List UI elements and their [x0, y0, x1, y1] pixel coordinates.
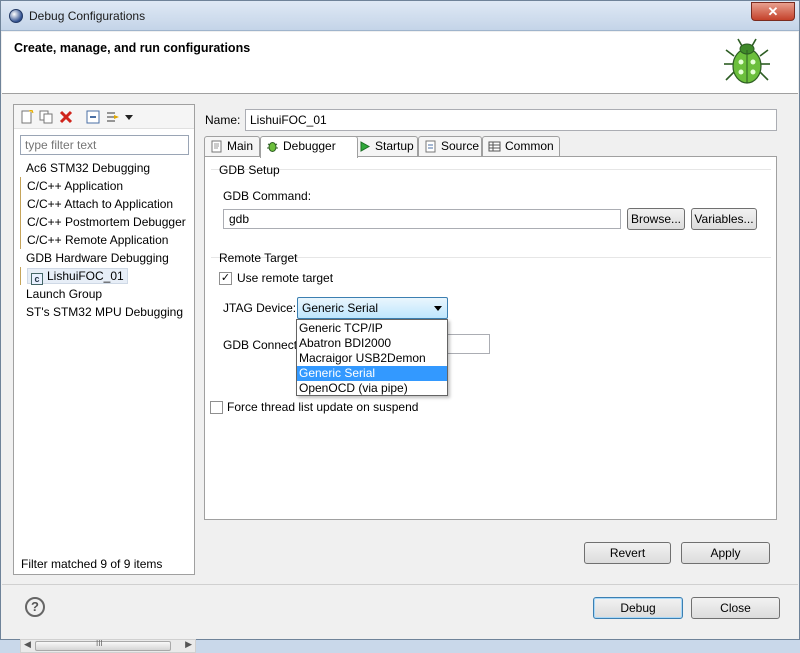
tab-main[interactable]: Main	[204, 136, 260, 157]
c-config-icon: c	[31, 273, 43, 285]
jtag-device-value: Generic Serial	[302, 301, 379, 315]
use-remote-target-label: Use remote target	[237, 271, 334, 285]
gdb-setup-title: GDB Setup	[219, 163, 280, 177]
table-icon	[488, 141, 501, 152]
tree-item-label: GDB Hardware Debugging	[26, 251, 169, 265]
configuration-tree-panel: Ac6 STM32 Debugging C/C++ Application C/C+…	[13, 104, 196, 653]
tree-item-label: C/C++ Postmortem Debugger	[27, 215, 186, 229]
tree-item-content: Ac6 STM32 Debugging	[26, 161, 150, 175]
tree-toolbar	[14, 105, 194, 129]
debug-button[interactable]: Debug	[593, 597, 683, 619]
tree-item-content: GDB Hardware Debugging	[26, 251, 169, 265]
tab-startup[interactable]: Startup	[352, 136, 418, 157]
jtag-device-label: JTAG Device:	[223, 301, 297, 315]
tree-item-content: C/C++ Application	[27, 179, 123, 193]
tree-item-content: Launch Group	[26, 287, 102, 301]
view-menu-chevron-icon[interactable]	[124, 110, 134, 124]
jtag-device-option[interactable]: Abatron BDI2000	[297, 336, 447, 351]
tree-item-label: ST's STM32 MPU Debugging	[26, 305, 184, 319]
tab-label: Source	[441, 139, 480, 153]
tree-item[interactable]: GDB Hardware Debugging	[20, 249, 190, 267]
filter-input[interactable]	[20, 135, 189, 155]
duplicate-icon[interactable]	[39, 110, 53, 124]
footer-separator	[2, 584, 798, 585]
name-label: Name:	[205, 113, 241, 127]
tree-item[interactable]: C/C++ Attach to Application	[20, 195, 190, 213]
scroll-right-icon[interactable]: ▶	[185, 639, 192, 650]
tree-item-content: c LishuiFOC_01	[27, 268, 128, 285]
jtag-device-dropdown-list: Generic TCP/IP Abatron BDI2000 Macraigor U…	[296, 319, 448, 396]
window-close-button[interactable]: ✕	[751, 2, 795, 21]
scroll-left-icon[interactable]: ◀	[24, 639, 31, 650]
tree-item[interactable]: ST's STM32 MPU Debugging	[20, 303, 190, 321]
jtag-device-option[interactable]: Macraigor USB2Demon	[297, 351, 447, 366]
jtag-device-option[interactable]: Generic Serial	[297, 366, 447, 381]
tree-item-label: Ac6 STM32 Debugging	[26, 161, 151, 175]
force-thread-update-label: Force thread list update on suspend	[227, 400, 419, 414]
tree-item[interactable]: C/C++ Remote Application	[20, 231, 190, 249]
horizontal-scrollbar[interactable]: ◀ III ▶	[20, 639, 196, 653]
filter-icon[interactable]	[106, 110, 120, 124]
tree-item-content: ST's STM32 MPU Debugging	[26, 305, 183, 319]
tree-item-label: C/C++ Remote Application	[27, 233, 169, 247]
tree-item[interactable]: c LishuiFOC_01	[20, 267, 190, 285]
dialog-heading: Create, manage, and run configurations	[14, 41, 251, 55]
filter-status: Filter matched 9 of 9 items	[21, 557, 163, 571]
tab-label: Startup	[375, 139, 414, 153]
main-tab-icon	[211, 140, 222, 153]
title-bar: Debug Configurations ✕	[1, 1, 799, 31]
remote-target-title: Remote Target	[219, 251, 298, 265]
tab-common[interactable]: Common	[482, 136, 560, 157]
revert-button[interactable]: Revert	[584, 542, 671, 564]
tree-item[interactable]: Launch Group	[20, 285, 190, 303]
gdb-setup-group	[211, 169, 771, 241]
tab-debugger[interactable]: Debugger	[260, 136, 358, 158]
gdb-connection-label: GDB Connecti	[223, 338, 300, 352]
chevron-down-icon	[434, 306, 442, 311]
delete-icon[interactable]	[59, 110, 73, 124]
force-thread-update-checkbox[interactable]	[210, 401, 223, 414]
configuration-tree: Ac6 STM32 Debugging C/C++ Application C/C+…	[20, 159, 190, 321]
gdb-command-input[interactable]	[223, 209, 621, 229]
tree-item-label: C/C++ Application	[27, 179, 124, 193]
new-config-icon[interactable]	[20, 110, 34, 124]
tree-item-label: C/C++ Attach to Application	[27, 197, 174, 211]
debug-bug-icon	[724, 38, 770, 84]
play-icon	[360, 141, 371, 152]
config-name-input[interactable]	[245, 109, 777, 131]
debugger-tab-content: GDB Setup GDB Command: Browse... Variabl…	[204, 156, 777, 520]
source-icon	[425, 140, 436, 153]
tree-item[interactable]: Ac6 STM32 Debugging	[20, 159, 190, 177]
scroll-grip: III	[96, 639, 103, 648]
jtag-device-option[interactable]: OpenOCD (via pipe)	[297, 381, 447, 396]
tab-label: Debugger	[283, 139, 336, 153]
scroll-thumb[interactable]: III	[35, 639, 171, 651]
tree-item[interactable]: C/C++ Application	[20, 177, 190, 195]
variables-button[interactable]: Variables...	[691, 208, 757, 230]
tree-item-content: C/C++ Postmortem Debugger	[27, 215, 186, 229]
close-button[interactable]: Close	[691, 597, 780, 619]
use-remote-target-checkbox[interactable]: ✓	[219, 272, 232, 285]
debug-configurations-window: Debug Configurations ✕ Create, manage, a…	[0, 0, 800, 653]
gdb-connection-input[interactable]	[447, 334, 490, 354]
jtag-device-option[interactable]: Generic TCP/IP	[297, 321, 447, 336]
bug-tab-icon	[267, 142, 278, 152]
browse-button[interactable]: Browse...	[627, 208, 685, 230]
tab-label: Common	[505, 139, 554, 153]
collapse-all-icon[interactable]	[86, 110, 100, 124]
tree-item-label: Launch Group	[26, 287, 103, 301]
help-icon[interactable]: ?	[25, 597, 45, 617]
window-title: Debug Configurations	[29, 9, 146, 23]
apply-button[interactable]: Apply	[681, 542, 770, 564]
tab-label: Main	[227, 139, 254, 153]
tree-item[interactable]: C/C++ Postmortem Debugger	[20, 213, 190, 231]
tab-source[interactable]: Source	[418, 136, 482, 157]
tree-item-content: C/C++ Attach to Application	[27, 197, 173, 211]
eclipse-icon	[9, 9, 23, 23]
gdb-command-label: GDB Command:	[223, 189, 312, 203]
dialog-header: Create, manage, and run configurations	[2, 32, 798, 94]
tree-item-label: LishuiFOC_01	[47, 269, 124, 283]
jtag-device-select[interactable]: Generic Serial	[297, 297, 448, 319]
tree-item-content: C/C++ Remote Application	[27, 233, 168, 247]
